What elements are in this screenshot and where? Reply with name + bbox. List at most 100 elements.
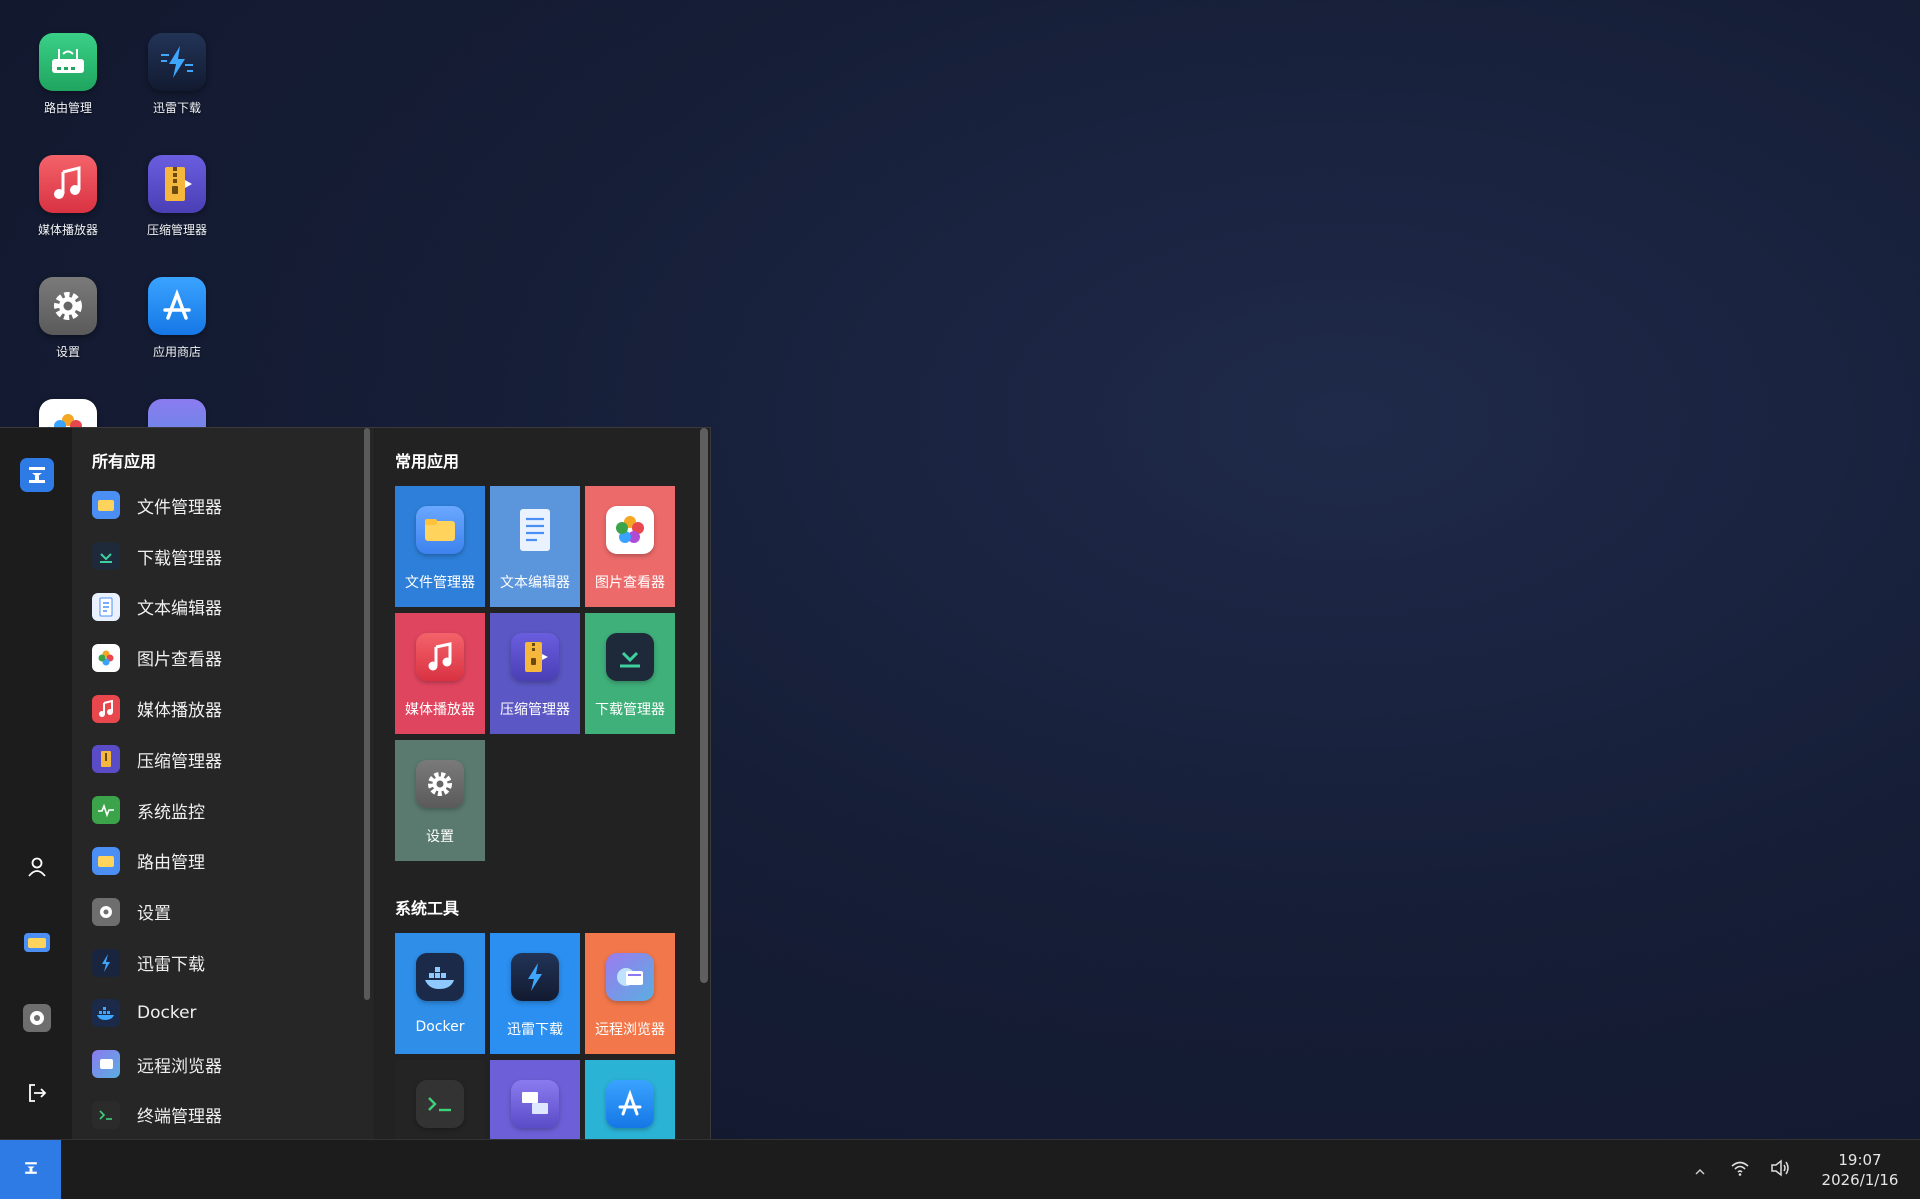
tile-label: 图片查看器 [595, 575, 665, 591]
folder-icon [92, 846, 120, 875]
system-tools-title: 系统工具 [395, 899, 460, 918]
zip-icon [511, 633, 559, 681]
tile-media-player[interactable]: 媒体播放器 [395, 613, 485, 734]
desktop-icon-label: 压缩管理器 [146, 223, 207, 237]
list-item-label: Docker [137, 1003, 197, 1024]
list-item-label: 设置 [137, 904, 171, 925]
tile-text-editor[interactable]: 文本编辑器 [490, 486, 580, 607]
gear-icon [23, 1004, 51, 1036]
tile-download-manager[interactable]: 下载管理器 [585, 613, 675, 734]
all-apps-list: 文件管理器 下载管理器 文本编辑器 图片查看器 媒体播放器 压缩管理器 系统监控… [72, 480, 374, 1139]
tile-app-store[interactable] [585, 1060, 675, 1139]
desktop-icon-label: 路由管理 [43, 101, 92, 115]
photos-icon [92, 643, 120, 672]
desktop-icon-router[interactable]: 路由管理 [13, 33, 123, 143]
tile-remote-desktop[interactable] [490, 1060, 580, 1139]
list-item-label: 远程浏览器 [137, 1056, 222, 1077]
file-manager-shortcut-button[interactable] [20, 927, 54, 961]
start-button[interactable] [0, 1140, 61, 1199]
thunder-icon [511, 953, 559, 1001]
terminal-icon [92, 1100, 120, 1129]
list-item[interactable]: 远程浏览器 [72, 1039, 374, 1090]
desktop-icon-label: 媒体播放器 [37, 223, 98, 237]
system-logo-icon[interactable] [20, 458, 54, 492]
all-apps-panel: 所有应用 文件管理器 下载管理器 文本编辑器 图片查看器 媒体播放器 压缩管理器… [72, 428, 375, 1139]
desktop-icon-zip-manager[interactable]: 压缩管理器 [122, 155, 232, 265]
tile-thunder-download[interactable]: 迅雷下载 [490, 933, 580, 1054]
user-button[interactable] [20, 852, 54, 886]
tile-file-manager[interactable]: 文件管理器 [395, 486, 485, 607]
list-item[interactable]: 图片查看器 [72, 632, 374, 683]
tile-label: 下载管理器 [595, 702, 665, 718]
list-item[interactable]: 终端管理器 [72, 1090, 374, 1139]
system-tray: 19:07 2026/1/16 [1680, 1140, 1920, 1199]
zip-icon [148, 155, 206, 213]
music-icon [416, 633, 464, 681]
list-item[interactable]: 媒体播放器 [72, 683, 374, 734]
remote-browser-icon [92, 1050, 120, 1079]
gear-icon [39, 277, 97, 335]
chevron-up-icon [1694, 1161, 1706, 1180]
list-item[interactable]: 文本编辑器 [72, 582, 374, 633]
settings-shortcut-button[interactable] [20, 1003, 54, 1037]
document-icon [92, 592, 120, 621]
user-icon [26, 856, 48, 882]
download-icon [92, 542, 120, 571]
tile-label: 压缩管理器 [500, 702, 570, 718]
list-item-label: 下载管理器 [137, 548, 222, 569]
tile-settings[interactable]: 设置 [395, 740, 485, 861]
list-item[interactable]: 系统监控 [72, 785, 374, 836]
tile-zip-manager[interactable]: 压缩管理器 [490, 613, 580, 734]
list-item-label: 媒体播放器 [137, 701, 222, 722]
list-item-label: 系统监控 [137, 802, 205, 823]
docker-icon [92, 999, 120, 1028]
common-apps-grid: 文件管理器 文本编辑器 图片查看器 媒体播放器 压缩管理器 下载管理器 设置 [395, 486, 710, 861]
monitor-icon [92, 796, 120, 825]
list-item[interactable]: 压缩管理器 [72, 734, 374, 785]
tile-label: 文件管理器 [405, 575, 475, 591]
folder-icon [92, 491, 120, 520]
all-apps-scrollbar[interactable] [364, 428, 370, 1000]
folder-icon [23, 930, 51, 958]
desktop-icon-app-store[interactable]: 应用商店 [122, 277, 232, 387]
logout-icon [26, 1082, 48, 1108]
tile-label: 远程浏览器 [595, 1022, 665, 1038]
docker-icon [416, 953, 464, 1001]
list-item[interactable]: 设置 [72, 886, 374, 937]
list-item-label: 压缩管理器 [137, 751, 222, 772]
list-item-label: 终端管理器 [137, 1107, 222, 1128]
network-button[interactable] [1720, 1150, 1760, 1190]
volume-button[interactable] [1760, 1150, 1800, 1190]
list-item[interactable]: 文件管理器 [72, 480, 374, 531]
tile-docker[interactable]: Docker [395, 933, 485, 1054]
tile-label: 迅雷下载 [507, 1022, 563, 1038]
tile-terminal[interactable] [395, 1060, 485, 1139]
list-item-label: 文件管理器 [137, 497, 222, 518]
list-item-label: 路由管理 [137, 853, 205, 874]
tile-remote-browser[interactable]: 远程浏览器 [585, 933, 675, 1054]
common-apps-title: 常用应用 [395, 452, 460, 471]
tile-image-viewer[interactable]: 图片查看器 [585, 486, 675, 607]
desktop-icon-thunder[interactable]: 迅雷下载 [122, 33, 232, 143]
list-item[interactable]: Docker [72, 988, 374, 1039]
desktop-icon-settings[interactable]: 设置 [13, 277, 123, 387]
tray-expand-button[interactable] [1680, 1150, 1720, 1190]
taskbar: 19:07 2026/1/16 [0, 1139, 1920, 1199]
list-item[interactable]: 下载管理器 [72, 531, 374, 582]
desktop-icon-media-player[interactable]: 媒体播放器 [13, 155, 123, 265]
desktop-icon-label: 设置 [55, 345, 80, 359]
desktop-icon-label: 迅雷下载 [152, 101, 201, 115]
list-item-label: 迅雷下载 [137, 955, 205, 976]
list-item[interactable]: 路由管理 [72, 836, 374, 887]
system-logo-icon [23, 1160, 39, 1180]
document-icon [511, 506, 559, 554]
thunder-icon [148, 33, 206, 91]
gear-icon [92, 897, 120, 926]
pinned-tiles-scrollbar[interactable] [700, 428, 708, 983]
clock-date: 2026/1/16 [1821, 1171, 1899, 1189]
clock[interactable]: 19:07 2026/1/16 [1800, 1150, 1920, 1190]
logout-button[interactable] [20, 1078, 54, 1112]
app-store-icon [148, 277, 206, 335]
tile-label: 媒体播放器 [405, 702, 475, 718]
list-item[interactable]: 迅雷下载 [72, 937, 374, 988]
